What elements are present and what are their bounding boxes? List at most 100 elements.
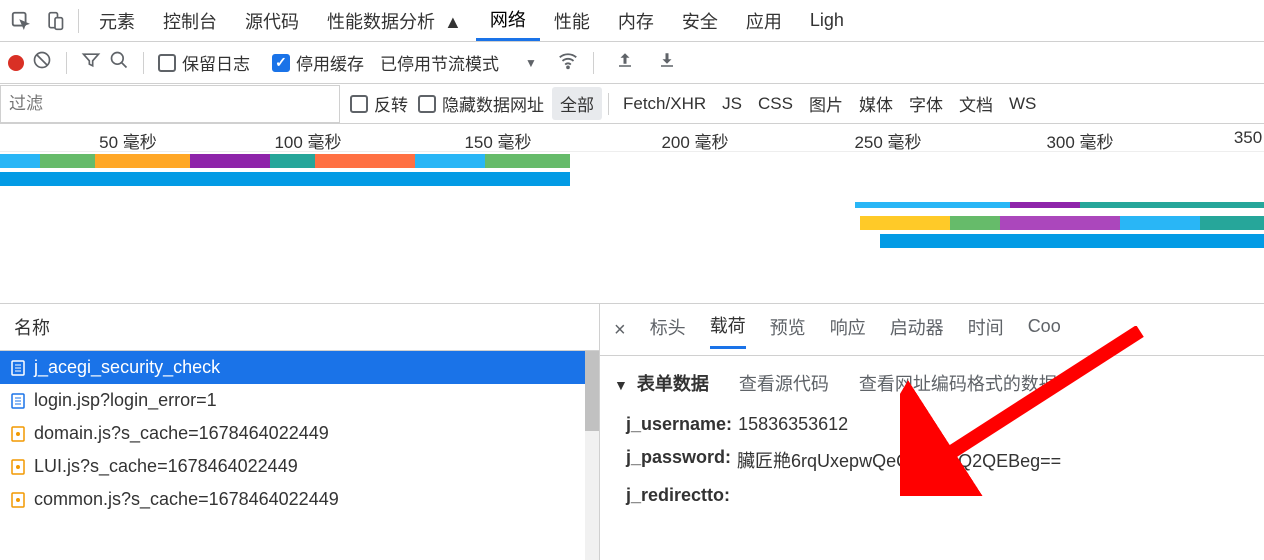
time-tick: 350 bbox=[1234, 128, 1262, 148]
form-key: j_password: bbox=[626, 447, 731, 473]
download-har-icon[interactable] bbox=[650, 51, 684, 75]
request-detail-panel: × 标头 载荷 预览 响应 启动器 时间 Coo ▼ 表单数据 查看源代码 查看… bbox=[600, 304, 1264, 560]
preserve-log-checkbox[interactable]: 保留日志 bbox=[158, 50, 250, 75]
filter-input[interactable] bbox=[0, 85, 340, 123]
filter-type-js[interactable]: JS bbox=[714, 90, 750, 118]
waterfall-row bbox=[0, 234, 1264, 250]
document-icon bbox=[10, 392, 26, 410]
filter-type-doc[interactable]: 文档 bbox=[951, 87, 1001, 120]
request-item[interactable]: LUI.js?s_cache=1678464022449 bbox=[0, 450, 585, 483]
device-toggle-icon[interactable] bbox=[38, 6, 72, 36]
flask-icon: ▲ bbox=[444, 12, 462, 32]
separator bbox=[78, 9, 79, 33]
filter-type-css[interactable]: CSS bbox=[750, 90, 801, 118]
script-icon bbox=[10, 425, 26, 443]
name-column-header[interactable]: 名称 bbox=[0, 304, 599, 351]
request-item[interactable]: j_acegi_security_check bbox=[0, 351, 585, 384]
tab-security[interactable]: 安全 bbox=[668, 2, 732, 40]
form-key: j_username: bbox=[626, 414, 732, 435]
form-field: j_password: 臟匠艵6rqUxepwQeGQEgVQ2QEBeg== bbox=[614, 441, 1250, 479]
devtools-tabs: 元素 控制台 源代码 性能数据分析 ▲ 网络 性能 内存 安全 应用 Ligh bbox=[0, 0, 1264, 42]
request-name: LUI.js?s_cache=1678464022449 bbox=[34, 456, 298, 477]
time-tick: 250 毫秒 bbox=[854, 128, 921, 153]
request-item[interactable]: common.js?s_cache=1678464022449 bbox=[0, 483, 585, 516]
time-tick: 50 毫秒 bbox=[99, 128, 157, 153]
scrollbar[interactable] bbox=[585, 351, 599, 560]
tab-console[interactable]: 控制台 bbox=[149, 2, 231, 40]
time-tick: 300 毫秒 bbox=[1046, 128, 1113, 153]
time-tick: 150 毫秒 bbox=[464, 128, 531, 153]
separator bbox=[608, 93, 609, 115]
detail-tab-payload[interactable]: 载荷 bbox=[710, 312, 746, 349]
script-icon bbox=[10, 491, 26, 509]
form-value: 臟匠艵6rqUxepwQeGQEgVQ2QEBeg== bbox=[737, 447, 1061, 473]
disable-cache-label: 停用缓存 bbox=[296, 50, 364, 75]
waterfall-row bbox=[0, 198, 1264, 214]
form-data-section: ▼ 表单数据 查看源代码 查看网址编码格式的数据 j_username: 158… bbox=[600, 356, 1264, 526]
close-icon[interactable]: × bbox=[614, 319, 626, 342]
waterfall-row bbox=[0, 154, 1264, 170]
form-key: j_redirectto: bbox=[626, 485, 730, 506]
detail-tab-headers[interactable]: 标头 bbox=[650, 314, 686, 348]
tab-elements[interactable]: 元素 bbox=[85, 2, 149, 40]
document-icon bbox=[10, 359, 26, 377]
tab-network[interactable]: 网络 bbox=[476, 0, 540, 41]
detail-tab-cookies[interactable]: Coo bbox=[1028, 316, 1061, 345]
tab-memory[interactable]: 内存 bbox=[604, 2, 668, 40]
checkbox-icon bbox=[350, 95, 368, 113]
throttle-select[interactable]: 已停用节流模式 bbox=[380, 50, 499, 75]
scrollbar-corner bbox=[571, 320, 585, 334]
tab-lighthouse[interactable]: Ligh bbox=[796, 4, 858, 37]
tab-application[interactable]: 应用 bbox=[732, 2, 796, 40]
hide-data-urls-label: 隐藏数据网址 bbox=[442, 91, 544, 116]
separator bbox=[143, 52, 144, 74]
waterfall-row bbox=[0, 216, 1264, 232]
filter-type-fetch-xhr[interactable]: Fetch/XHR bbox=[615, 90, 714, 118]
detail-tab-initiator[interactable]: 启动器 bbox=[890, 314, 944, 348]
upload-har-icon[interactable] bbox=[608, 51, 642, 75]
search-icon[interactable] bbox=[109, 50, 129, 75]
filter-type-img[interactable]: 图片 bbox=[801, 87, 851, 120]
tab-performance-insights[interactable]: 性能数据分析 ▲ bbox=[313, 2, 476, 40]
tab-performance[interactable]: 性能 bbox=[540, 2, 604, 40]
section-title: 表单数据 bbox=[637, 374, 709, 394]
hide-data-urls-checkbox[interactable]: 隐藏数据网址 bbox=[418, 91, 544, 116]
section-header[interactable]: ▼ 表单数据 查看源代码 查看网址编码格式的数据 bbox=[614, 370, 1250, 396]
record-button[interactable] bbox=[8, 55, 24, 71]
invert-label: 反转 bbox=[374, 91, 408, 116]
filter-toggle-icon[interactable] bbox=[81, 50, 101, 75]
preserve-log-label: 保留日志 bbox=[182, 50, 250, 75]
filter-type-ws[interactable]: WS bbox=[1001, 90, 1044, 118]
clear-button[interactable] bbox=[32, 50, 52, 75]
filter-type-all[interactable]: 全部 bbox=[552, 87, 602, 120]
request-name: login.jsp?login_error=1 bbox=[34, 390, 217, 411]
section-title-wrap: ▼ 表单数据 bbox=[614, 370, 709, 396]
time-tick: 100 毫秒 bbox=[274, 128, 341, 153]
request-item[interactable]: login.jsp?login_error=1 bbox=[0, 384, 585, 417]
invert-checkbox[interactable]: 反转 bbox=[350, 91, 408, 116]
network-conditions-icon[interactable] bbox=[557, 49, 579, 76]
disable-cache-checkbox[interactable]: 停用缓存 bbox=[272, 50, 364, 75]
request-item[interactable]: domain.js?s_cache=1678464022449 bbox=[0, 417, 585, 450]
view-url-encoded-link[interactable]: 查看网址编码格式的数据 bbox=[859, 370, 1057, 396]
checkbox-icon bbox=[158, 54, 176, 72]
network-toolbar: 保留日志 停用缓存 已停用节流模式 ▼ bbox=[0, 42, 1264, 84]
detail-tab-preview[interactable]: 预览 bbox=[770, 314, 806, 348]
time-ruler: 50 毫秒 100 毫秒 150 毫秒 200 毫秒 250 毫秒 300 毫秒… bbox=[0, 124, 1264, 152]
filter-type-font[interactable]: 字体 bbox=[901, 87, 951, 120]
tab-sources[interactable]: 源代码 bbox=[231, 2, 313, 40]
time-tick: 200 毫秒 bbox=[661, 128, 728, 153]
timeline-overview[interactable]: 50 毫秒 100 毫秒 150 毫秒 200 毫秒 250 毫秒 300 毫秒… bbox=[0, 124, 1264, 304]
tab-label: 性能数据分析 bbox=[327, 12, 435, 32]
detail-tab-response[interactable]: 响应 bbox=[830, 314, 866, 348]
filter-type-media[interactable]: 媒体 bbox=[851, 87, 901, 120]
script-icon bbox=[10, 458, 26, 476]
view-source-link[interactable]: 查看源代码 bbox=[739, 370, 829, 396]
chevron-down-icon[interactable]: ▼ bbox=[525, 56, 537, 70]
request-name: j_acegi_security_check bbox=[34, 357, 220, 378]
detail-tab-timing[interactable]: 时间 bbox=[968, 314, 1004, 348]
form-field: j_redirectto: bbox=[614, 479, 1250, 512]
waterfall-row bbox=[0, 172, 1264, 188]
filter-row: 反转 隐藏数据网址 全部 Fetch/XHR JS CSS 图片 媒体 字体 文… bbox=[0, 84, 1264, 124]
inspect-icon[interactable] bbox=[4, 6, 38, 36]
